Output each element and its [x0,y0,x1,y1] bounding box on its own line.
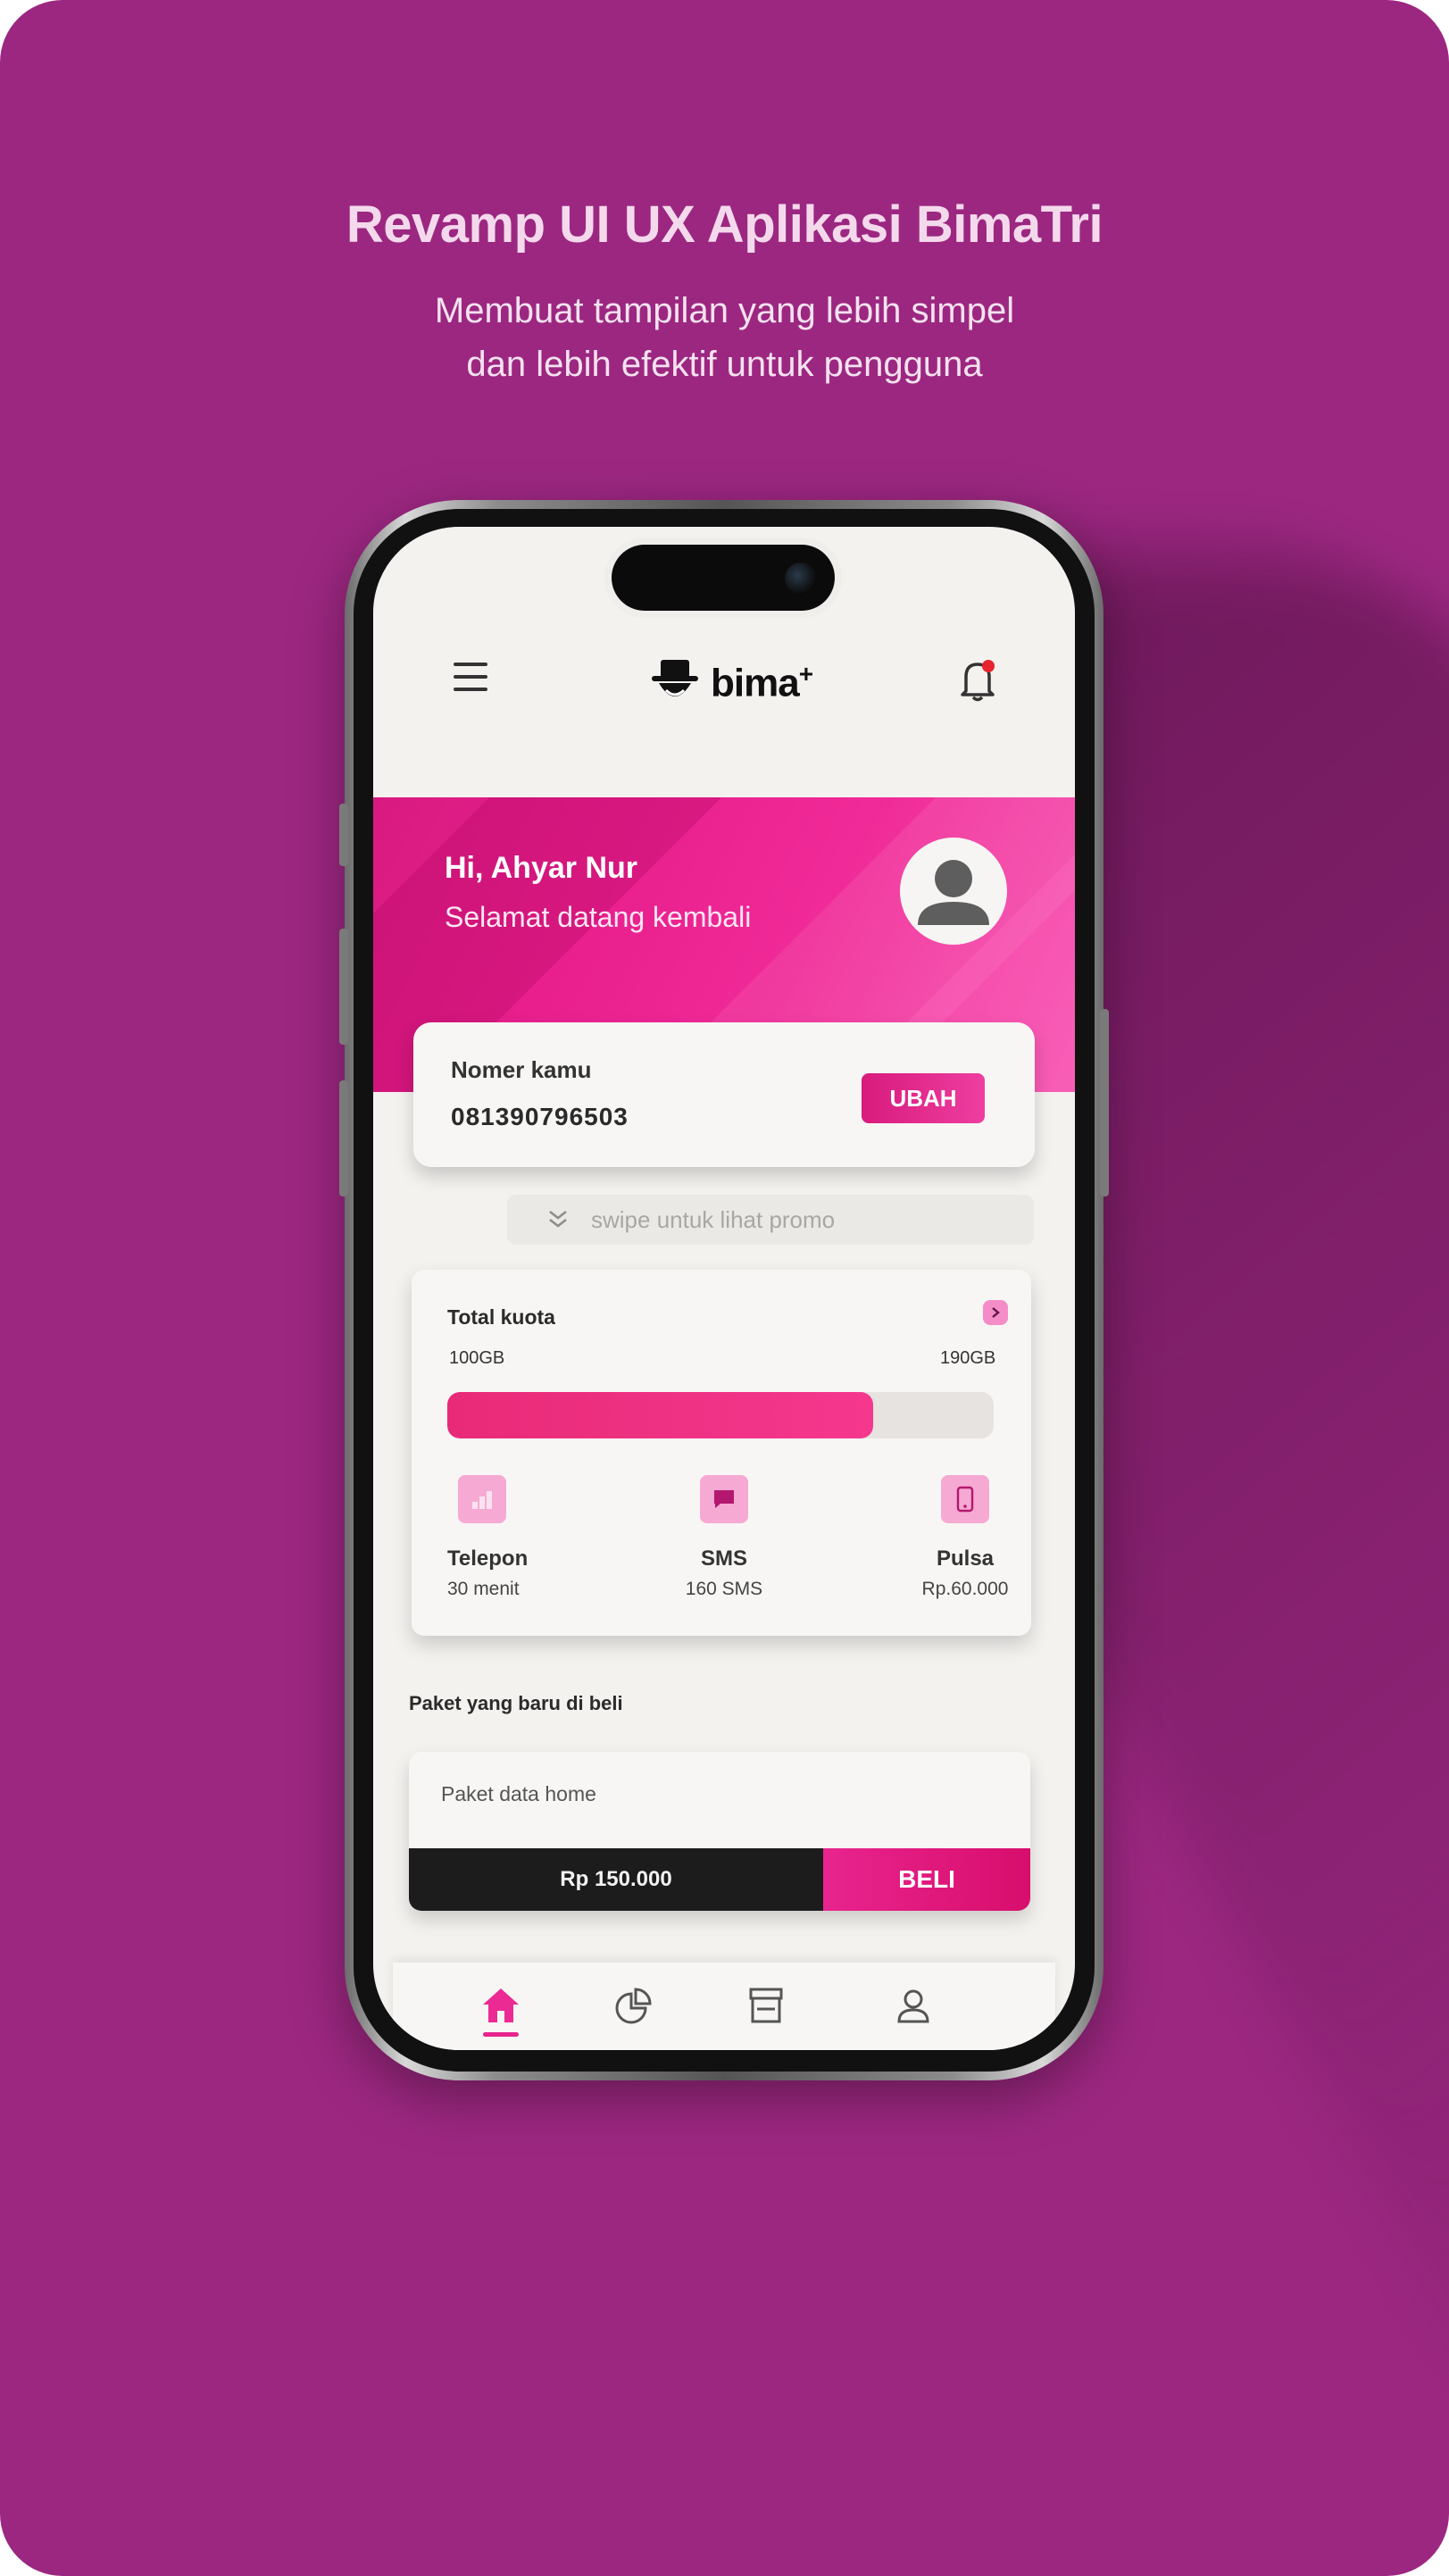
home-icon [483,1988,519,2022]
bottom-navigation [393,1963,1055,2050]
dynamic-island [612,545,835,611]
quota-progress-fill [447,1392,874,1438]
quota-used: 100GB [449,1348,505,1368]
quota-detail-button[interactable] [983,1300,1008,1325]
quota-item-label: Telepon [447,1546,529,1571]
quota-item-value: 30 menit [447,1579,520,1599]
quota-item-label: Pulsa [936,1546,995,1571]
nav-home[interactable] [474,1979,528,2032]
change-number-button[interactable]: UBAH [862,1073,985,1123]
chat-bubble-icon [700,1475,748,1523]
app-logo: bima+ [648,652,813,714]
subline: Membuat tampilan yang lebih simpel dan l… [0,284,1449,391]
welcome-text: Selamat datang kembali [445,901,752,933]
quota-item-label: SMS [700,1546,747,1571]
app-top-bar: bima+ [373,634,1075,732]
package-name: Paket data home [441,1782,596,1805]
quota-progress-track [447,1392,994,1438]
phone-number: 081390796503 [451,1103,629,1130]
phone-side-button [339,804,348,866]
number-card: Nomer kamu 081390796503 UBAH [413,1022,1035,1167]
headline: Revamp UI UX Aplikasi BimaTri [346,196,1103,254]
user-icon [897,1989,929,2023]
recent-package-title: Paket yang baru di beli [409,1692,623,1714]
subline-line-1: Membuat tampilan yang lebih simpel [434,291,1015,330]
subline-line-2: dan lebih efektif untuk pengguna [466,345,983,384]
quota-item-telepon[interactable]: Telepon 30 menit [447,1475,626,1600]
number-label: Nomer kamu [451,1056,592,1083]
promo-background: Revamp UI UX Aplikasi BimaTri Membuat ta… [0,0,1449,2576]
double-chevron-down-icon [549,1211,567,1228]
phone-device-icon [941,1475,989,1523]
quota-item-value: 160 SMS [685,1579,763,1599]
user-avatar-icon [918,860,989,925]
recent-package-card: Paket data home Rp 150.000 BELI [409,1752,1030,1911]
logo-text: bima+ [711,660,813,705]
hamburger-icon[interactable] [454,663,487,693]
quota-total: 190GB [940,1348,996,1368]
greeting: Hi, Ahyar Nur [445,851,638,885]
package-price: Rp 150.000 [409,1848,823,1911]
swipe-hint-text: swipe untuk lihat promo [591,1205,836,1233]
nav-active-indicator [483,2032,519,2037]
nav-profile[interactable] [887,1979,940,2032]
bell-icon[interactable] [957,657,998,702]
quota-title: Total kuota [447,1305,555,1329]
nav-stats[interactable] [607,1979,661,2032]
quota-item-value: Rp.60.000 [921,1579,1009,1599]
phone-power-button [1100,1009,1109,1196]
quota-item-sms[interactable]: SMS 160 SMS [679,1475,769,1600]
avatar[interactable] [900,838,1007,945]
buy-button[interactable]: BELI [823,1848,1030,1911]
phone-volume-up [339,929,348,1045]
signal-bars-icon [458,1475,506,1523]
chevron-right-icon [992,1307,1000,1318]
swipe-promo-hint[interactable]: swipe untuk lihat promo [507,1195,1034,1245]
hat-mascot-icon [652,660,698,696]
camera-icon [785,563,817,595]
quota-card: Total kuota 100GB 190GB Telepon 30 menit… [412,1270,1031,1636]
quota-item-pulsa[interactable]: Pulsa Rp.60.000 [912,1475,1019,1600]
store-icon [749,1988,783,2023]
phone-volume-down [339,1080,348,1196]
nav-store[interactable] [739,1979,793,2032]
pie-chart-icon [615,1988,652,2024]
app-screen: bima+ Hi, Ahyar Nur Selamat datang kemba… [373,527,1075,2050]
